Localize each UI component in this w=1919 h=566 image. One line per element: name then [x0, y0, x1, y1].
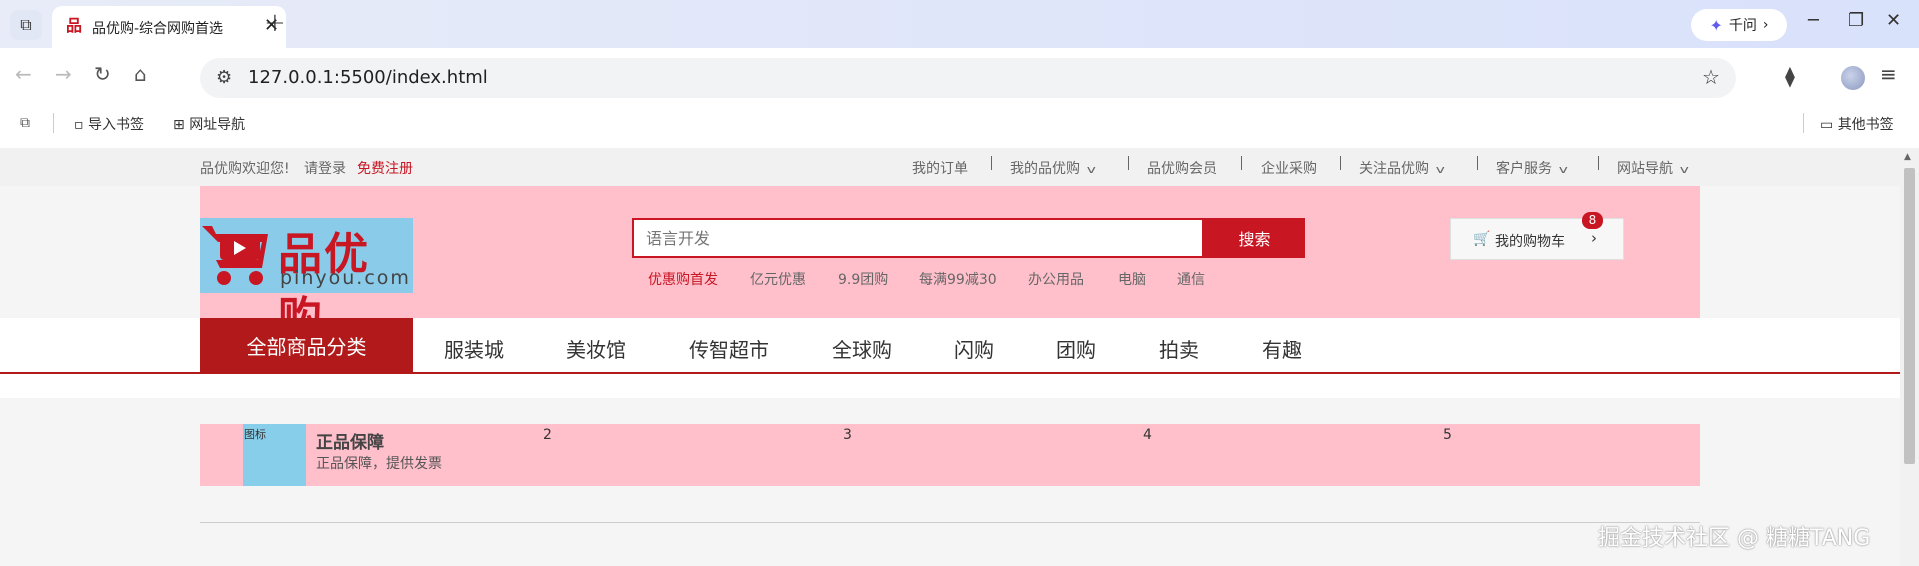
- bookmark-import[interactable]: ▫ 导入书签: [74, 114, 144, 134]
- nav-item[interactable]: 全球购: [832, 334, 892, 363]
- nav-item[interactable]: 团购: [1056, 334, 1096, 363]
- logo-cart-icon: [202, 226, 268, 285]
- cart-count-badge: 8: [1582, 212, 1603, 229]
- bookmarks-divider-right: [1803, 113, 1804, 133]
- service-title: 正品保障: [316, 433, 384, 453]
- section-divider: [200, 522, 1700, 523]
- cart-label: 我的购物车: [1495, 234, 1565, 250]
- login-link[interactable]: 请登录: [304, 158, 346, 178]
- address-bar[interactable]: ⚙ 127.0.0.1:5500/index.html ☆: [200, 58, 1736, 98]
- shortcut-divider: [1241, 156, 1242, 170]
- nav-item[interactable]: 有趣: [1262, 334, 1302, 363]
- window-close-icon[interactable]: ✕: [1886, 10, 1901, 31]
- shortcut-service[interactable]: 客户服务 v: [1496, 158, 1568, 178]
- hotword-link[interactable]: 通信: [1177, 269, 1205, 289]
- extensions-icon[interactable]: ⧫: [1785, 64, 1795, 88]
- nav-item[interactable]: 服装城: [444, 334, 504, 363]
- nav-item[interactable]: 美妆馆: [566, 334, 626, 363]
- address-url: 127.0.0.1:5500/index.html: [248, 67, 488, 88]
- shortcut-site-nav[interactable]: 网站导航 v: [1617, 158, 1689, 178]
- site-info-icon[interactable]: ⚙: [216, 67, 232, 88]
- new-tab-icon[interactable]: +: [264, 8, 286, 38]
- chevron-down-icon: v: [1435, 163, 1445, 176]
- shortcut-follow[interactable]: 关注品优购 v: [1359, 158, 1445, 178]
- other-bookmarks[interactable]: ▭ 其他书签: [1820, 114, 1894, 134]
- qianwen-star-icon: ✦: [1709, 15, 1723, 35]
- shortcut-divider: [1340, 156, 1341, 170]
- welcome-text: 品优购欢迎您!: [200, 161, 290, 177]
- chevron-right-icon: ›: [1762, 17, 1769, 33]
- service-item-number: 5: [1443, 427, 1452, 443]
- shortcut-enterprise[interactable]: 企业采购: [1261, 158, 1317, 178]
- register-link[interactable]: 免费注册: [357, 158, 413, 178]
- qianwen-button[interactable]: ✦ 千问 ›: [1691, 9, 1787, 41]
- tab-search-icon[interactable]: ⧉: [10, 10, 42, 40]
- hotword-link[interactable]: 办公用品: [1028, 269, 1084, 289]
- tab-groups-icon[interactable]: ⧉: [20, 115, 30, 131]
- chevron-down-icon: v: [1086, 163, 1096, 176]
- logo-subtitle: pinyou.com: [280, 267, 411, 289]
- hotword-link[interactable]: 优惠购首发: [648, 269, 718, 289]
- cart-icon: 🛒: [1473, 231, 1491, 247]
- qianwen-label: 千问: [1728, 18, 1757, 34]
- minimize-icon[interactable]: ─: [1808, 10, 1819, 31]
- forward-arrow-icon[interactable]: →: [55, 62, 72, 86]
- shortcut-divider: [1477, 156, 1478, 170]
- restore-icon[interactable]: ❐: [1848, 10, 1864, 31]
- nav-item[interactable]: 闪购: [954, 334, 994, 363]
- bookmarks-bar: [0, 108, 1919, 148]
- shortcut-divider: [1128, 156, 1129, 170]
- scroll-up-arrow-icon[interactable]: ▲: [1904, 152, 1911, 162]
- nav-item[interactable]: 传智超市: [689, 334, 769, 363]
- browser-tab[interactable]: 品 品优购-综合网购首选 ✕: [52, 6, 286, 48]
- reload-icon[interactable]: ↻: [94, 62, 111, 86]
- browser-tab-bar: [0, 0, 1919, 48]
- search-input[interactable]: [632, 218, 1204, 258]
- back-arrow-icon[interactable]: ←: [15, 62, 32, 86]
- scroll-thumb[interactable]: [1904, 168, 1915, 464]
- nav-item[interactable]: 拍卖: [1159, 334, 1199, 363]
- service-item-number: 4: [1143, 427, 1152, 443]
- watermark-text: 掘金技术社区 @ 糖糖TANG: [1598, 526, 1871, 551]
- hotword-link[interactable]: 9.9团购: [838, 269, 888, 289]
- menu-icon[interactable]: ≡: [1880, 62, 1897, 86]
- shortcut-member[interactable]: 品优购会员: [1147, 158, 1217, 178]
- shortcut-divider: [1598, 156, 1599, 170]
- chevron-down-icon: v: [1558, 163, 1568, 176]
- hotword-link[interactable]: 电脑: [1118, 269, 1146, 289]
- service-description: 正品保障，提供发票: [316, 456, 442, 472]
- bookmark-nav[interactable]: ⊞ 网址导航: [173, 114, 245, 134]
- bookmarks-divider: [53, 113, 54, 133]
- hotword-link[interactable]: 每满99减30: [919, 269, 997, 289]
- service-item-number: 3: [843, 427, 852, 443]
- search-button[interactable]: 搜索: [1204, 218, 1305, 258]
- service-icon-label: 图标: [244, 428, 266, 441]
- service-item-number: 2: [543, 427, 552, 443]
- profile-avatar[interactable]: [1841, 66, 1865, 90]
- site-favicon-icon: 品: [66, 16, 83, 35]
- shortcut-divider: [991, 156, 992, 170]
- tab-title: 品优购-综合网购首选: [92, 21, 224, 37]
- shortcut-my-orders[interactable]: 我的订单: [912, 158, 968, 178]
- chevron-down-icon: v: [1679, 163, 1689, 176]
- page-gap: [0, 374, 1900, 398]
- bookmark-star-icon[interactable]: ☆: [1702, 65, 1720, 89]
- all-categories-button[interactable]: 全部商品分类: [200, 318, 413, 372]
- home-icon[interactable]: ⌂: [134, 62, 147, 86]
- hotword-link[interactable]: 亿元优惠: [750, 269, 806, 289]
- chevron-right-icon: ›: [1591, 229, 1597, 247]
- shortcut-my-pinyougou[interactable]: 我的品优购 v: [1010, 158, 1096, 178]
- site-logo[interactable]: 品优购 pinyou.com: [200, 218, 413, 344]
